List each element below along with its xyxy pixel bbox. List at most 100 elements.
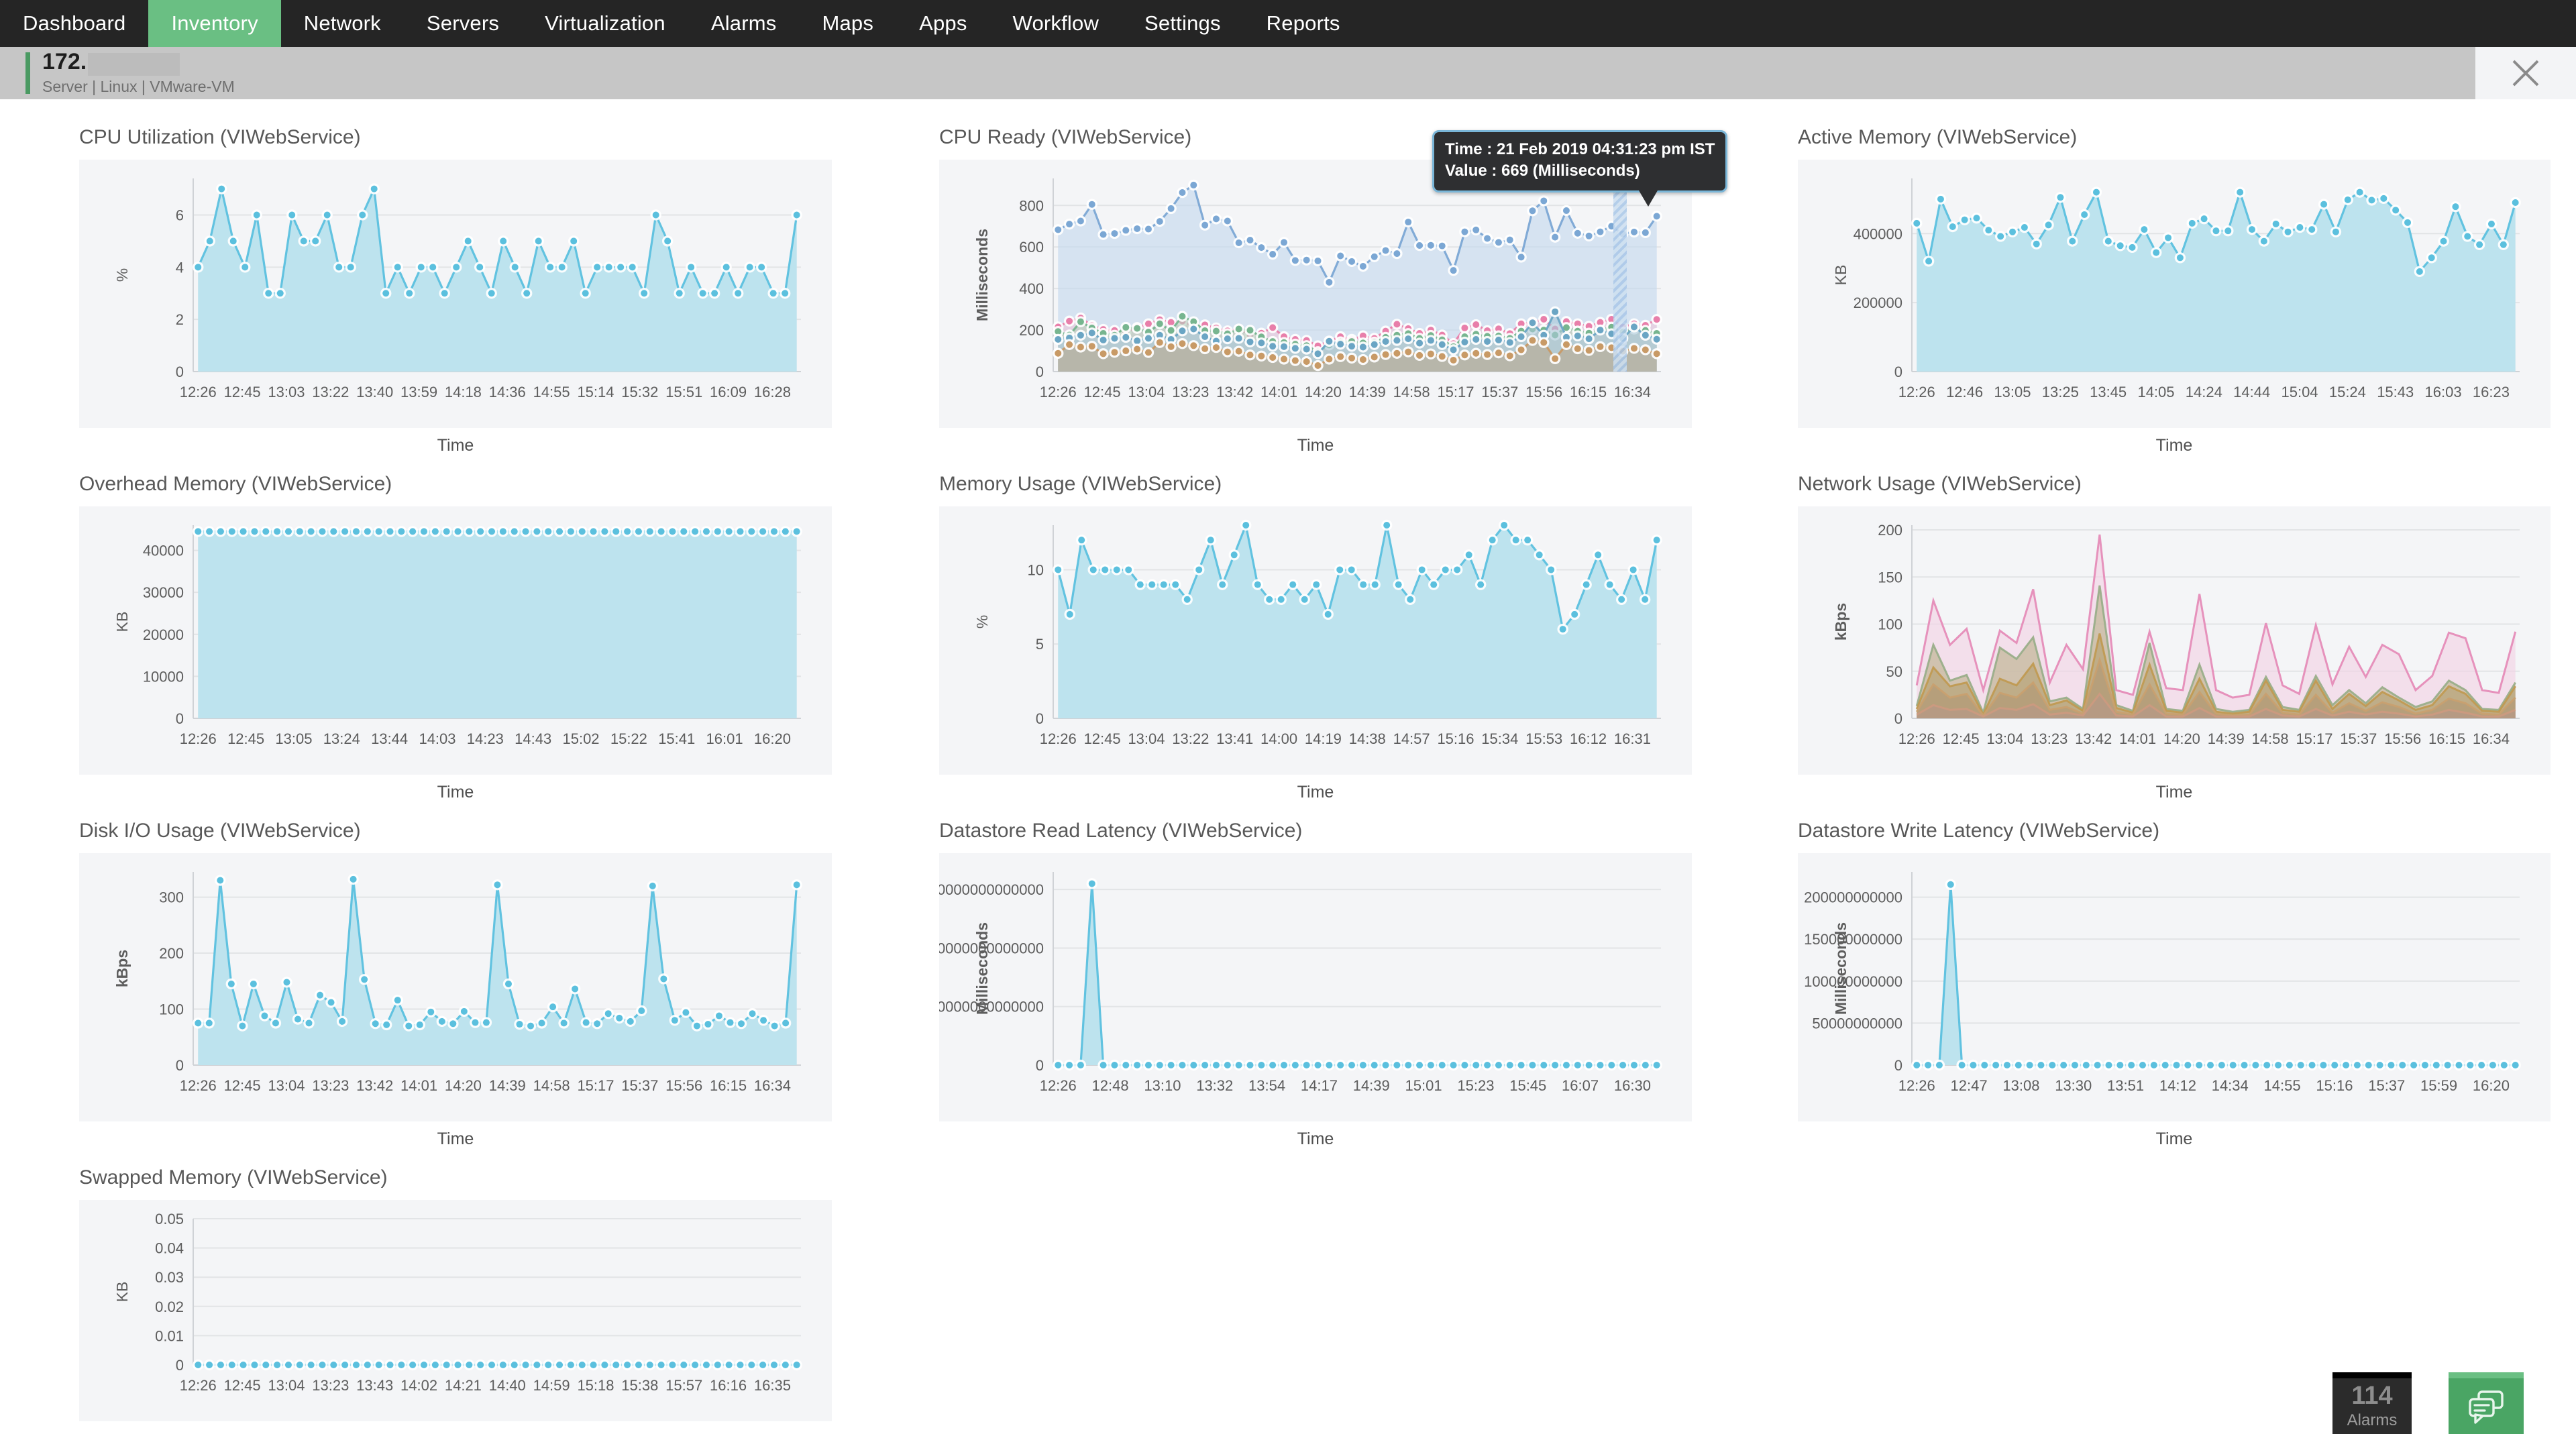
chart-panel-memory-usage[interactable]: 0 5 10% 12:26 12:45 13:04 13:22 13:41 14:00 14:19… xyxy=(939,506,1692,775)
alarms-count: 114 xyxy=(2351,1381,2393,1410)
svg-text:13:23: 13:23 xyxy=(312,1377,349,1394)
svg-text:13:59: 13:59 xyxy=(400,384,437,400)
svg-text:15:17: 15:17 xyxy=(1437,384,1474,400)
nav-item-settings[interactable]: Settings xyxy=(1122,0,1244,47)
nav-item-servers[interactable]: Servers xyxy=(404,0,522,47)
nav-item-network[interactable]: Network xyxy=(281,0,404,47)
svg-text:13:04: 13:04 xyxy=(1128,384,1165,400)
svg-text:14:01: 14:01 xyxy=(2119,730,2156,747)
svg-text:15:56: 15:56 xyxy=(665,1077,702,1094)
svg-text:15:45: 15:45 xyxy=(1509,1077,1546,1094)
nav-item-reports[interactable]: Reports xyxy=(1244,0,1363,47)
chart-panel-cpu-utilization[interactable]: 0 2 4 6% 12:26 12:45 13:03 13:22 13:40 13:59 14:18… xyxy=(79,160,832,428)
chart-card-active-memory: Active Memory (VIWebService) 0 200000 40000… xyxy=(1798,114,2576,455)
svg-text:50: 50 xyxy=(1886,663,1902,680)
svg-text:13:43: 13:43 xyxy=(356,1377,393,1394)
chart-xaxis-title-active-memory: Time xyxy=(2155,436,2193,455)
alarms-widget[interactable]: 114 Alarms xyxy=(2332,1372,2412,1434)
svg-text:100: 100 xyxy=(1878,616,1902,633)
svg-text:16:30: 16:30 xyxy=(1614,1077,1651,1094)
chart-card-disk-io-usage: Disk I/O Usage (VIWebService) 0 100 200 300 k… xyxy=(79,808,857,1149)
charts-grid: CPU Utilization (VIWebService) 0 2 4 6% 12:26… xyxy=(0,99,2576,1427)
chart-title-disk-io-usage: Disk I/O Usage (VIWebService) xyxy=(79,820,361,842)
svg-text:16:34: 16:34 xyxy=(754,1077,791,1094)
chart-plot: 0 50000000000 100000000000 150000000000 2000… xyxy=(1804,872,2521,1094)
nav-item-alarms[interactable]: Alarms xyxy=(688,0,800,47)
chart-panel-disk-io-usage[interactable]: 0 100 200 300 kBps 12:26 12:45 13:04 13:23 13:42 1… xyxy=(79,853,832,1121)
svg-text:14:58: 14:58 xyxy=(533,1077,570,1094)
chat-widget[interactable] xyxy=(2449,1372,2524,1434)
svg-text:14:55: 14:55 xyxy=(533,384,570,400)
svg-text:0: 0 xyxy=(176,710,184,727)
svg-text:16:31: 16:31 xyxy=(1614,730,1651,747)
svg-text:14:40: 14:40 xyxy=(489,1377,526,1394)
svg-text:15:57: 15:57 xyxy=(665,1377,702,1394)
svg-text:15:41: 15:41 xyxy=(658,730,695,747)
chart-panel-swapped-memory[interactable]: 0 0.01 0.02 0.03 0.04 0.05 KB 12:26 12:45 13:04 13… xyxy=(79,1200,832,1421)
svg-text:0.05: 0.05 xyxy=(155,1211,184,1227)
svg-text:13:04: 13:04 xyxy=(268,1077,305,1094)
svg-text:6: 6 xyxy=(176,207,184,223)
main-navigation: Dashboard Inventory Network Servers Virtuali… xyxy=(0,0,2576,47)
tooltip-time: Time : 21 Feb 2019 04:31:23 pm IST xyxy=(1445,140,1715,158)
svg-text:300: 300 xyxy=(159,889,184,906)
svg-text:14:39: 14:39 xyxy=(2208,730,2245,747)
chart-card-overhead-memory: Overhead Memory (VIWebService) 0 10000 2000… xyxy=(79,461,857,802)
nav-item-virtualization[interactable]: Virtualization xyxy=(522,0,688,47)
chart-panel-overhead-memory[interactable]: 0 10000 20000 30000 40000 KB 12:26 12:45 13:05 13… xyxy=(79,506,832,775)
chart-panel-cpu-ready[interactable]: 0 200 400 600 800 Milliseconds 12:26 12:45 13:04… xyxy=(939,130,1728,428)
svg-text:16:12: 16:12 xyxy=(1570,730,1607,747)
chart-panel-active-memory[interactable]: 0 200000 400000 KB 12:26 12:46 13:05 13:25 13:45… xyxy=(1798,160,2551,428)
chat-bubbles-icon xyxy=(2469,1390,2504,1424)
chart-panel-datastore-read-latency[interactable]: 0 200000000000000 400000000000000 600000000… xyxy=(939,853,1692,1121)
svg-text:0: 0 xyxy=(176,1357,184,1374)
nav-item-dashboard[interactable]: Dashboard xyxy=(0,0,148,47)
svg-text:15:24: 15:24 xyxy=(2329,384,2366,400)
chart-panel-network-usage[interactable]: 0 50 100 150 200 kBps 12:26 12:45 13:04 13:23 13:4… xyxy=(1798,506,2551,775)
close-button[interactable] xyxy=(2475,47,2576,99)
svg-text:13:25: 13:25 xyxy=(2042,384,2079,400)
chart-plot: 0 200 400 600 800 Milliseconds 12:26 12:45 13:04… xyxy=(973,178,1662,400)
svg-text:13:22: 13:22 xyxy=(312,384,349,400)
chart-card-memory-usage: Memory Usage (VIWebService) 0 5 10% 12:26 12:… xyxy=(939,461,1717,802)
svg-text:14:36: 14:36 xyxy=(489,384,526,400)
svg-text:12:45: 12:45 xyxy=(227,730,264,747)
svg-text:0.01: 0.01 xyxy=(155,1327,184,1344)
svg-text:40000: 40000 xyxy=(143,543,184,559)
svg-text:100: 100 xyxy=(159,1001,184,1018)
nav-item-inventory[interactable]: Inventory xyxy=(148,0,281,47)
svg-text:12:26: 12:26 xyxy=(180,730,217,747)
nav-item-apps[interactable]: Apps xyxy=(896,0,989,47)
svg-text:600000000000000: 600000000000000 xyxy=(939,881,1044,898)
nav-item-workflow[interactable]: Workflow xyxy=(990,0,1122,47)
svg-text:16:15: 16:15 xyxy=(710,1077,747,1094)
svg-text:12:45: 12:45 xyxy=(224,1377,261,1394)
chart-title-active-memory: Active Memory (VIWebService) xyxy=(1798,126,2078,148)
svg-text:0.04: 0.04 xyxy=(155,1240,184,1257)
chart-panel-datastore-write-latency[interactable]: 0 50000000000 100000000000 150000000000 2000… xyxy=(1798,853,2551,1121)
svg-text:15:01: 15:01 xyxy=(1405,1077,1442,1094)
chart-tooltip: Time : 21 Feb 2019 04:31:23 pm IST Value … xyxy=(1432,130,1728,207)
svg-text:0: 0 xyxy=(176,364,184,380)
svg-text:13:23: 13:23 xyxy=(312,1077,349,1094)
svg-text:0.03: 0.03 xyxy=(155,1269,184,1286)
svg-text:30000: 30000 xyxy=(143,584,184,601)
nav-item-maps[interactable]: Maps xyxy=(799,0,896,47)
svg-text:0: 0 xyxy=(1894,364,1902,380)
svg-text:200000: 200000 xyxy=(1854,294,1902,311)
tooltip-value: Value : 669 (Milliseconds) xyxy=(1445,162,1640,180)
chart-plot: 0 100 200 300 kBps 12:26 12:45 13:04 13:23 13:42 1… xyxy=(113,872,802,1094)
svg-text:13:08: 13:08 xyxy=(2002,1077,2039,1094)
svg-text:15:23: 15:23 xyxy=(1457,1077,1494,1094)
svg-text:15:18: 15:18 xyxy=(577,1377,614,1394)
chart-title-cpu-utilization: CPU Utilization (VIWebService) xyxy=(79,126,361,148)
svg-text:15:37: 15:37 xyxy=(621,1077,658,1094)
svg-text:16:35: 16:35 xyxy=(754,1377,791,1394)
svg-text:KB: KB xyxy=(113,1282,131,1303)
svg-text:14:23: 14:23 xyxy=(467,730,504,747)
svg-text:400000000000000: 400000000000000 xyxy=(939,940,1044,956)
tooltip-arrow xyxy=(1639,190,1658,207)
svg-text:KB: KB xyxy=(113,612,131,632)
svg-text:12:26: 12:26 xyxy=(180,1377,217,1394)
svg-text:200000000000: 200000000000 xyxy=(1804,889,1902,906)
